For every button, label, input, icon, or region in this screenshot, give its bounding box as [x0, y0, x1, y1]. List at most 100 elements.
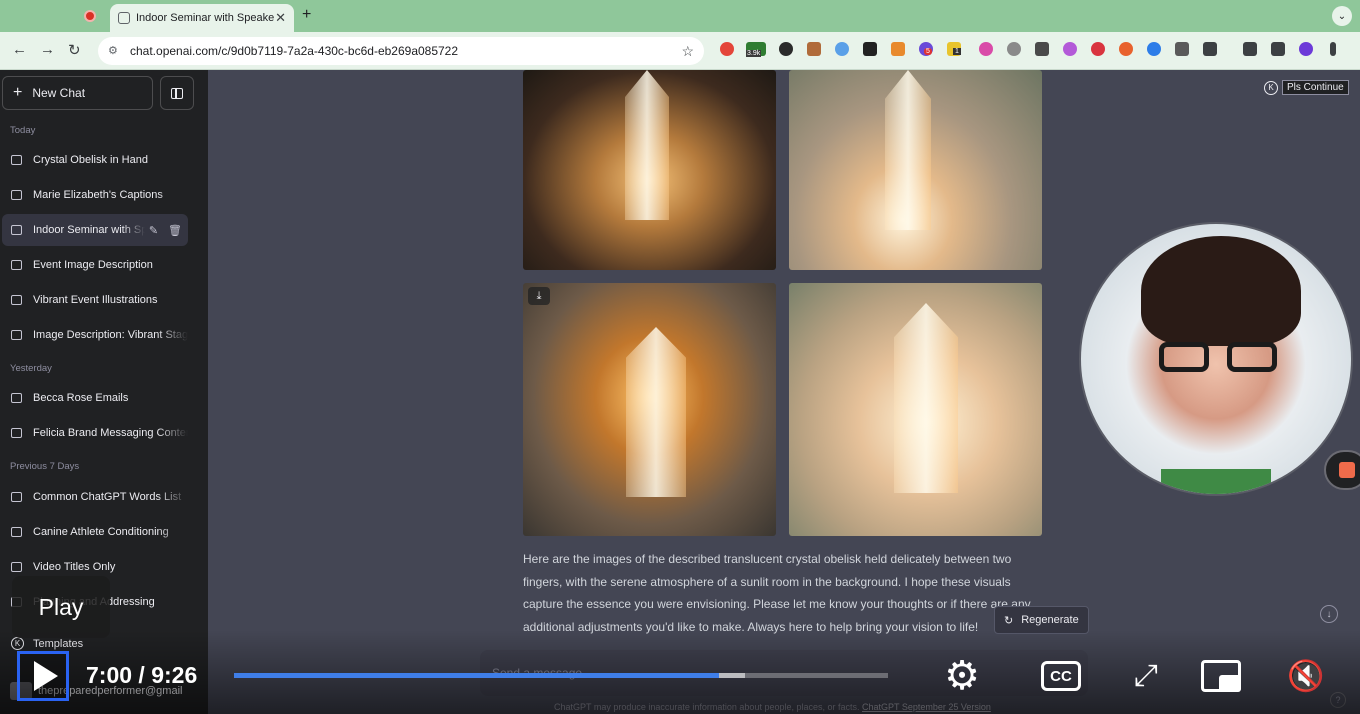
close-tab-icon[interactable]: ✕ — [275, 10, 286, 26]
help-icon[interactable]: ? — [1330, 692, 1346, 708]
chat-title: Felicia Brand Messaging Content — [33, 427, 188, 439]
extension-at-icon[interactable] — [835, 42, 849, 56]
forward-arrow-icon[interactable]: → — [40, 41, 55, 58]
extension-circle-icon[interactable] — [979, 42, 993, 56]
presenter-hair-shape — [1141, 236, 1301, 346]
stop-recording-button[interactable] — [1324, 450, 1360, 490]
extension-shape-icon[interactable] — [1035, 42, 1049, 56]
browser-tab-active[interactable]: Indoor Seminar with Speaker ✕ — [110, 4, 294, 32]
sidebar-item-chat[interactable]: Vibrant Event Illustrations — [2, 284, 188, 316]
extension-note-icon[interactable]: 1 — [947, 42, 961, 56]
sidebar-item-chat[interactable]: Becca Rose Emails — [2, 382, 188, 414]
reload-icon[interactable]: ↻ — [68, 41, 81, 59]
glasses-left-shape — [1159, 342, 1209, 372]
address-url: chat.openai.com/c/9d0b7119-7a2a-430c-bc6… — [130, 44, 459, 58]
pip-icon — [1201, 660, 1241, 692]
tab-search-chevron-icon[interactable]: ⌄ — [1332, 6, 1352, 26]
templates-link[interactable]: K Templates — [11, 637, 83, 650]
extension-bubble-icon[interactable] — [1063, 42, 1077, 56]
chat-bubble-icon — [11, 393, 22, 403]
chat-main: ⤓ Here are the images of the described t… — [208, 70, 1360, 714]
pls-continue-button[interactable]: Pls Continue — [1282, 80, 1349, 95]
sidebar-item-chat[interactable]: Common ChatGPT Words List — [2, 481, 188, 513]
bookmark-star-icon[interactable]: ☆ — [681, 43, 694, 60]
regenerate-button[interactable]: ↻ Regenerate — [994, 606, 1089, 634]
extension-fox-icon[interactable] — [891, 42, 905, 56]
extension-k-icon[interactable] — [779, 42, 793, 56]
chat-bubble-icon — [11, 428, 22, 438]
side-panel-icon[interactable] — [1271, 42, 1285, 56]
new-chat-label: New Chat — [32, 86, 86, 100]
time-separator: / — [132, 662, 152, 688]
version-link[interactable]: ChatGPT September 25 Version — [862, 702, 991, 712]
k-circle-icon: K — [11, 637, 24, 650]
edit-pencil-icon[interactable]: ✎ — [149, 224, 158, 237]
chat-bubble-icon — [11, 330, 22, 340]
download-image-icon[interactable]: ⤓ — [528, 287, 550, 305]
section-yesterday: Yesterday — [10, 363, 52, 374]
chat-title: Common ChatGPT Words List — [33, 491, 182, 503]
captions-button[interactable]: CC — [1039, 656, 1083, 696]
address-bar[interactable]: ⚙ chat.openai.com/c/9d0b7119-7a2a-430c-b… — [98, 37, 704, 65]
crystal-obelisk-shape — [894, 303, 958, 493]
glasses-right-shape — [1227, 342, 1277, 372]
sidebar-item-chat[interactable]: Event Image Description — [2, 249, 188, 281]
extension-color-icon[interactable] — [720, 42, 734, 56]
extension-red-icon[interactable] — [1091, 42, 1105, 56]
scroll-down-icon[interactable]: ↓ — [1320, 605, 1338, 623]
played-bar — [234, 673, 719, 678]
chat-title: Event Image Description — [33, 259, 153, 271]
settings-gear-icon[interactable]: ⚙ — [940, 656, 984, 696]
extension-image-icon[interactable] — [1175, 42, 1189, 56]
generated-image-1[interactable] — [523, 70, 776, 270]
chat-title: Indoor Seminar with Speaker — [33, 224, 145, 236]
generated-image-3[interactable]: ⤓ — [523, 283, 776, 536]
back-arrow-icon[interactable]: ← — [12, 41, 27, 58]
chat-title: Crystal Obelisk in Hand — [33, 154, 148, 166]
extension-grey-icon[interactable] — [1007, 42, 1021, 56]
extensions-puzzle-icon[interactable] — [1203, 42, 1217, 56]
tab-title: Indoor Seminar with Speaker — [136, 12, 276, 24]
delete-trash-icon[interactable]: 🗑 — [168, 224, 182, 237]
chat-title: Video Titles Only — [33, 561, 116, 573]
download-icon[interactable] — [1243, 42, 1257, 56]
fullscreen-icon[interactable]: ⤢ — [1124, 656, 1168, 696]
extension-orange-icon[interactable] — [1119, 42, 1133, 56]
sidebar-item-chat-active[interactable]: Indoor Seminar with Speaker ✎ 🗑 — [2, 214, 188, 246]
chat-bubble-icon — [11, 190, 22, 200]
picture-in-picture-button[interactable] — [1199, 656, 1243, 696]
site-settings-icon[interactable]: ⚙ — [108, 44, 122, 58]
toggle-sidebar-button[interactable] — [160, 76, 194, 110]
browser-menu-icon[interactable] — [1330, 42, 1336, 56]
new-chat-button[interactable]: + New Chat — [2, 76, 153, 110]
chat-bubble-icon — [11, 155, 22, 165]
sidebar-item-chat[interactable]: Canine Athlete Conditioning — [2, 516, 188, 548]
seek-bar[interactable] — [234, 673, 888, 678]
extension-blue-icon[interactable] — [1147, 42, 1161, 56]
generated-image-2[interactable] — [789, 70, 1042, 270]
plus-icon: + — [13, 84, 23, 101]
sidebar-item-chat[interactable]: Marie Elizabeth's Captions — [2, 179, 188, 211]
profile-avatar-icon[interactable] — [1299, 42, 1313, 56]
chat-bubble-icon — [11, 260, 22, 270]
section-today: Today — [10, 125, 36, 136]
disclaimer: ChatGPT may produce inaccurate informati… — [554, 702, 991, 712]
chat-bubble-icon — [11, 562, 22, 572]
section-previous-7-days: Previous 7 Days — [10, 461, 80, 472]
sidebar-item-chat[interactable]: Crystal Obelisk in Hand — [2, 144, 188, 176]
extension-counter-icon[interactable]: 3.9k — [746, 42, 766, 57]
extension-coffee-icon[interactable] — [807, 42, 821, 56]
play-button[interactable] — [17, 651, 69, 701]
sidebar-item-chat[interactable]: Felicia Brand Messaging Content — [2, 417, 188, 449]
generated-image-4[interactable] — [789, 283, 1042, 536]
chat-bubble-icon — [11, 527, 22, 537]
mute-speaker-icon[interactable]: 🔇 — [1284, 656, 1328, 696]
extension-box-icon[interactable] — [863, 42, 877, 56]
sidebar-item-chat[interactable]: Image Description: Vibrant Stage — [2, 319, 188, 351]
crystal-obelisk-shape — [626, 327, 686, 497]
pls-continue-widget: K Pls Continue — [1264, 80, 1349, 95]
chatgpt-favicon-icon — [118, 12, 130, 24]
extension-pinwheel-icon[interactable]: 5 — [919, 42, 933, 56]
chat-bubble-icon — [11, 225, 22, 235]
new-tab-icon[interactable]: + — [302, 6, 311, 24]
